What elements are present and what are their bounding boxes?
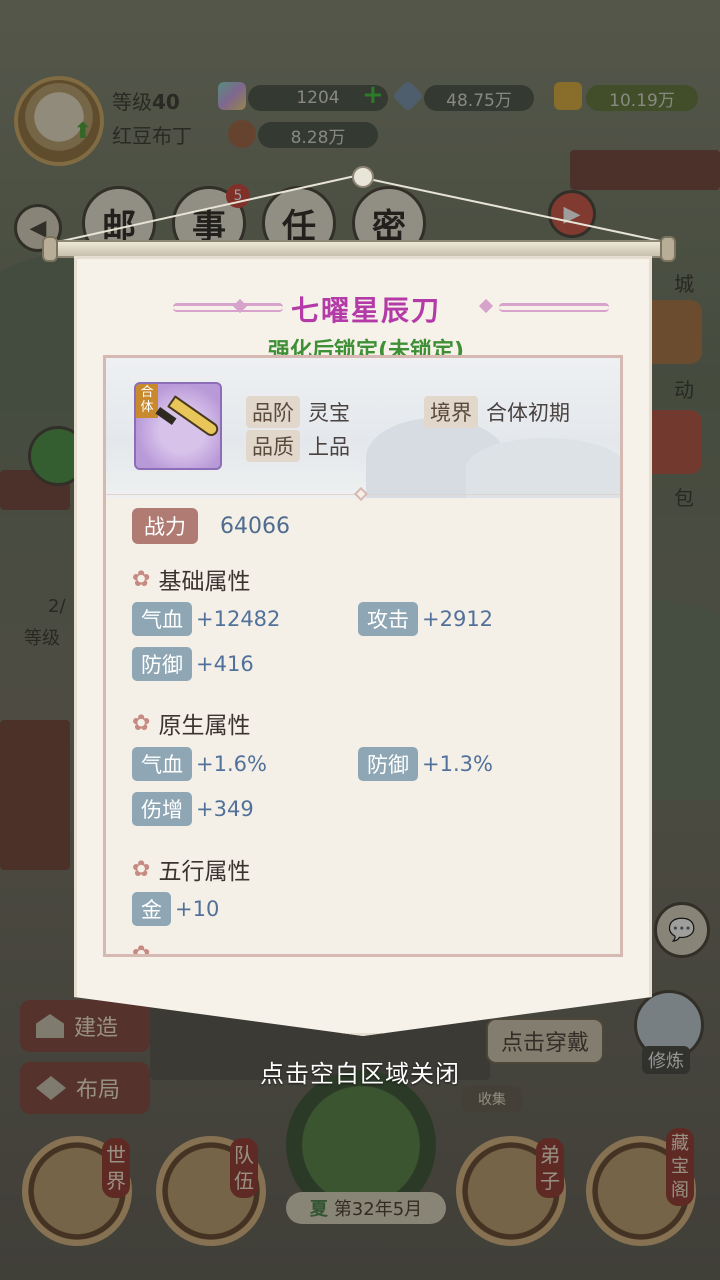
attr-value: +416 <box>196 652 254 676</box>
attr-metal: 金 +10 <box>132 892 219 926</box>
next-section-partial: ✿ <box>132 942 151 957</box>
hill-decoration <box>466 438 620 498</box>
flower-icon: ✿ <box>132 566 151 592</box>
title-flourish-right <box>499 303 609 313</box>
attr-value: +1.3% <box>422 752 493 776</box>
item-detail-content[interactable]: 合体 品阶 灵宝 境界 合体初期 品质 上品 战力 64066 ✿ 基础属性 气… <box>103 355 623 957</box>
attr-name: 防御 <box>132 647 192 681</box>
scroll-rod <box>48 240 674 258</box>
realm-label: 境界 <box>424 396 478 428</box>
item-header-card: 合体 品阶 灵宝 境界 合体初期 品质 上品 <box>106 358 620 498</box>
power-row: 战力 64066 <box>132 508 290 544</box>
hanging-knob-icon <box>352 166 374 188</box>
attr-attack: 攻击 +2912 <box>358 602 493 636</box>
item-icon: 合体 <box>134 382 222 470</box>
flower-icon: ✿ <box>132 856 151 882</box>
grade-label: 品阶 <box>246 396 300 428</box>
element-attr-title-text: 五行属性 <box>158 859 251 885</box>
attr-name: 攻击 <box>358 602 418 636</box>
flower-icon: ✿ <box>132 710 151 736</box>
attr-defense: 防御 +416 <box>132 647 254 681</box>
element-attr-title: ✿ 五行属性 <box>132 852 250 886</box>
item-detail-panel: 七曜星辰刀 强化后锁定(未锁定) 合体 品阶 灵宝 境界 合体初期 品质 上品 <box>74 256 652 1036</box>
item-name: 七曜星辰刀 <box>290 294 441 327</box>
scroll-rod-right-end <box>660 236 676 262</box>
realm-value: 合体初期 <box>486 401 570 425</box>
quality-label: 品质 <box>246 430 300 462</box>
flower-icon: ✿ <box>132 942 151 957</box>
attr-name: 气血 <box>132 747 192 781</box>
attr-value: +1.6% <box>196 752 267 776</box>
attr-value: +12482 <box>196 607 281 631</box>
base-attr-title-text: 基础属性 <box>158 569 251 595</box>
attr-damage-boost: 伤增 +349 <box>132 792 254 826</box>
attr-name: 金 <box>132 892 171 926</box>
attr-defense-percent: 防御 +1.3% <box>358 747 493 781</box>
realm-row: 境界 合体初期 <box>424 396 570 428</box>
attr-value: +2912 <box>422 607 494 631</box>
scroll-rod-left-end <box>42 236 58 262</box>
attr-name: 防御 <box>358 747 418 781</box>
grade-row: 品阶 灵宝 <box>246 396 350 428</box>
attr-hp-percent: 气血 +1.6% <box>132 747 267 781</box>
attr-name: 气血 <box>132 602 192 636</box>
close-hint: 点击空白区域关闭 <box>260 1060 460 1088</box>
quality-row: 品质 上品 <box>246 430 350 462</box>
power-value: 64066 <box>220 513 290 539</box>
attr-name: 伤增 <box>132 792 192 826</box>
attr-value: +10 <box>175 897 220 921</box>
attr-value: +349 <box>196 797 254 821</box>
quality-value: 上品 <box>308 435 350 459</box>
attr-hp: 气血 +12482 <box>132 602 280 636</box>
native-attr-title: ✿ 原生属性 <box>132 706 250 740</box>
base-attr-title: ✿ 基础属性 <box>132 562 250 596</box>
native-attr-title-text: 原生属性 <box>158 713 251 739</box>
grade-value: 灵宝 <box>308 401 350 425</box>
power-label: 战力 <box>132 508 198 544</box>
